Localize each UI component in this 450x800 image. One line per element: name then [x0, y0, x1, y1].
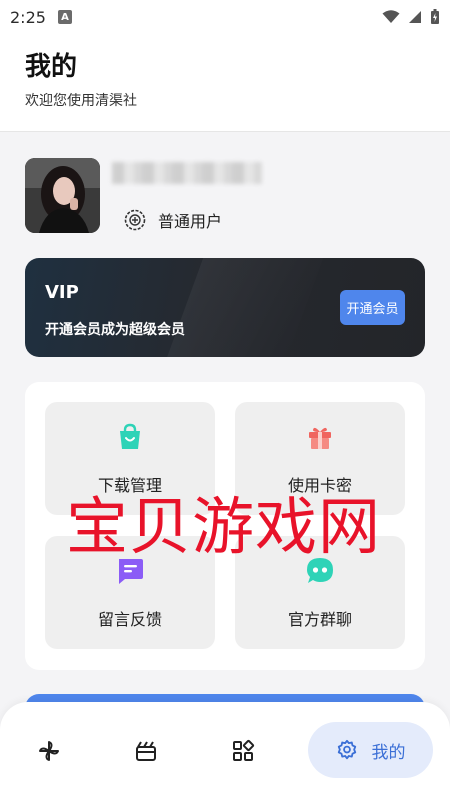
avatar-photo: [25, 158, 100, 233]
status-time: 2:25: [10, 7, 46, 27]
vip-card[interactable]: VIP 开通会员成为超级会员 开通会员: [25, 258, 425, 357]
username-redacted: [112, 162, 262, 184]
notification-app-icon: A: [57, 10, 72, 24]
status-indicators: [382, 9, 440, 25]
pinwheel-icon: [39, 741, 59, 761]
nav-tab-home[interactable]: [32, 734, 66, 768]
page-subtitle: 欢迎您使用清渠社: [25, 93, 137, 109]
watermark-text: 宝贝游戏网: [66, 490, 382, 563]
nav-tab-label: 我的: [371, 742, 406, 763]
bottom-navigation: 我的: [0, 702, 450, 800]
level-badge-icon: [124, 209, 146, 231]
gear-icon: [337, 739, 356, 760]
apps-icon: [233, 739, 255, 761]
nav-tab-apps[interactable]: [226, 734, 260, 768]
nav-tab-media[interactable]: [129, 734, 163, 768]
open-membership-button[interactable]: 开通会员: [340, 290, 405, 325]
film-box-icon: [136, 741, 156, 761]
vip-description: 开通会员成为超级会员: [45, 322, 185, 338]
user-level: 普通用户: [124, 208, 222, 232]
battery-charging-icon: [431, 9, 439, 24]
avatar[interactable]: [25, 158, 100, 233]
vip-title: VIP: [45, 282, 79, 303]
gift-icon: [305, 422, 335, 452]
status-bar: 2:25 A: [0, 0, 450, 34]
page-title: 我的: [25, 52, 78, 82]
wifi-icon: [382, 10, 400, 23]
shopping-bag-icon: [115, 422, 145, 452]
nav-tab-mine[interactable]: 我的: [308, 722, 433, 778]
page-header: 我的 欢迎您使用清渠社: [0, 34, 450, 132]
feature-label: 官方群聊: [287, 610, 352, 629]
feature-label: 留言反馈: [97, 610, 162, 629]
user-level-label: 普通用户: [158, 212, 223, 231]
cellular-signal-icon: [409, 11, 421, 23]
